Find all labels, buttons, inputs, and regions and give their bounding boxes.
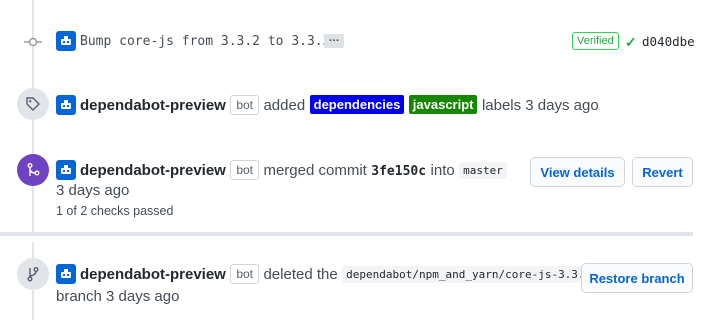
- delete-branch-event: dependabot-preview bot deleted the depen…: [80, 264, 596, 284]
- event-time: branch 3 days ago: [56, 288, 180, 305]
- merge-event: dependabot-preview bot merged commit 3fe…: [80, 160, 507, 180]
- event-action: added: [263, 97, 306, 114]
- into-text: into: [430, 162, 455, 179]
- event-time: 3 days ago: [56, 182, 130, 199]
- author-link[interactable]: dependabot-preview: [80, 97, 226, 114]
- dependabot-icon[interactable]: [56, 31, 76, 51]
- author-link[interactable]: dependabot-preview: [80, 162, 226, 179]
- label-dependencies[interactable]: dependencies: [309, 95, 405, 114]
- view-details-button[interactable]: View details: [530, 157, 625, 187]
- event-action: merged commit: [263, 162, 367, 179]
- timeline-separator: [0, 232, 693, 236]
- bot-badge: bot: [230, 160, 259, 180]
- merge-commit-sha-link[interactable]: 3fe150c: [371, 164, 426, 179]
- branch-name[interactable]: master: [459, 162, 507, 179]
- verified-badge[interactable]: Verified: [572, 32, 619, 50]
- label-javascript[interactable]: javascript: [408, 95, 478, 114]
- revert-button[interactable]: Revert: [632, 157, 693, 187]
- bot-badge: bot: [230, 95, 259, 115]
- commit-sha-link[interactable]: d040dbe: [642, 34, 695, 49]
- dependabot-icon[interactable]: [56, 160, 76, 180]
- commit-message-link[interactable]: Bump core-js from 3.3.2 to 3.3.3: [80, 34, 330, 49]
- restore-branch-button[interactable]: Restore branch: [581, 263, 693, 293]
- tag-icon: [17, 88, 49, 120]
- author-link[interactable]: dependabot-preview: [80, 266, 226, 283]
- event-action: deleted the: [263, 266, 338, 283]
- labels-event: dependabot-preview bot added dependencie…: [80, 95, 599, 115]
- git-merge-icon: [17, 154, 49, 186]
- checks-status[interactable]: 1 of 2 checks passed: [56, 204, 173, 218]
- check-icon[interactable]: ✓: [625, 34, 637, 51]
- deleted-branch-name[interactable]: dependabot/npm_and_yarn/core-js-3.3.3: [342, 266, 596, 283]
- bot-badge: bot: [230, 264, 259, 284]
- git-commit-icon: [24, 37, 42, 47]
- dependabot-icon[interactable]: [56, 95, 76, 115]
- expand-commit-button[interactable]: …: [324, 33, 344, 48]
- event-time: labels 3 days ago: [481, 97, 599, 114]
- dependabot-icon[interactable]: [56, 264, 76, 284]
- git-branch-icon: [17, 258, 49, 290]
